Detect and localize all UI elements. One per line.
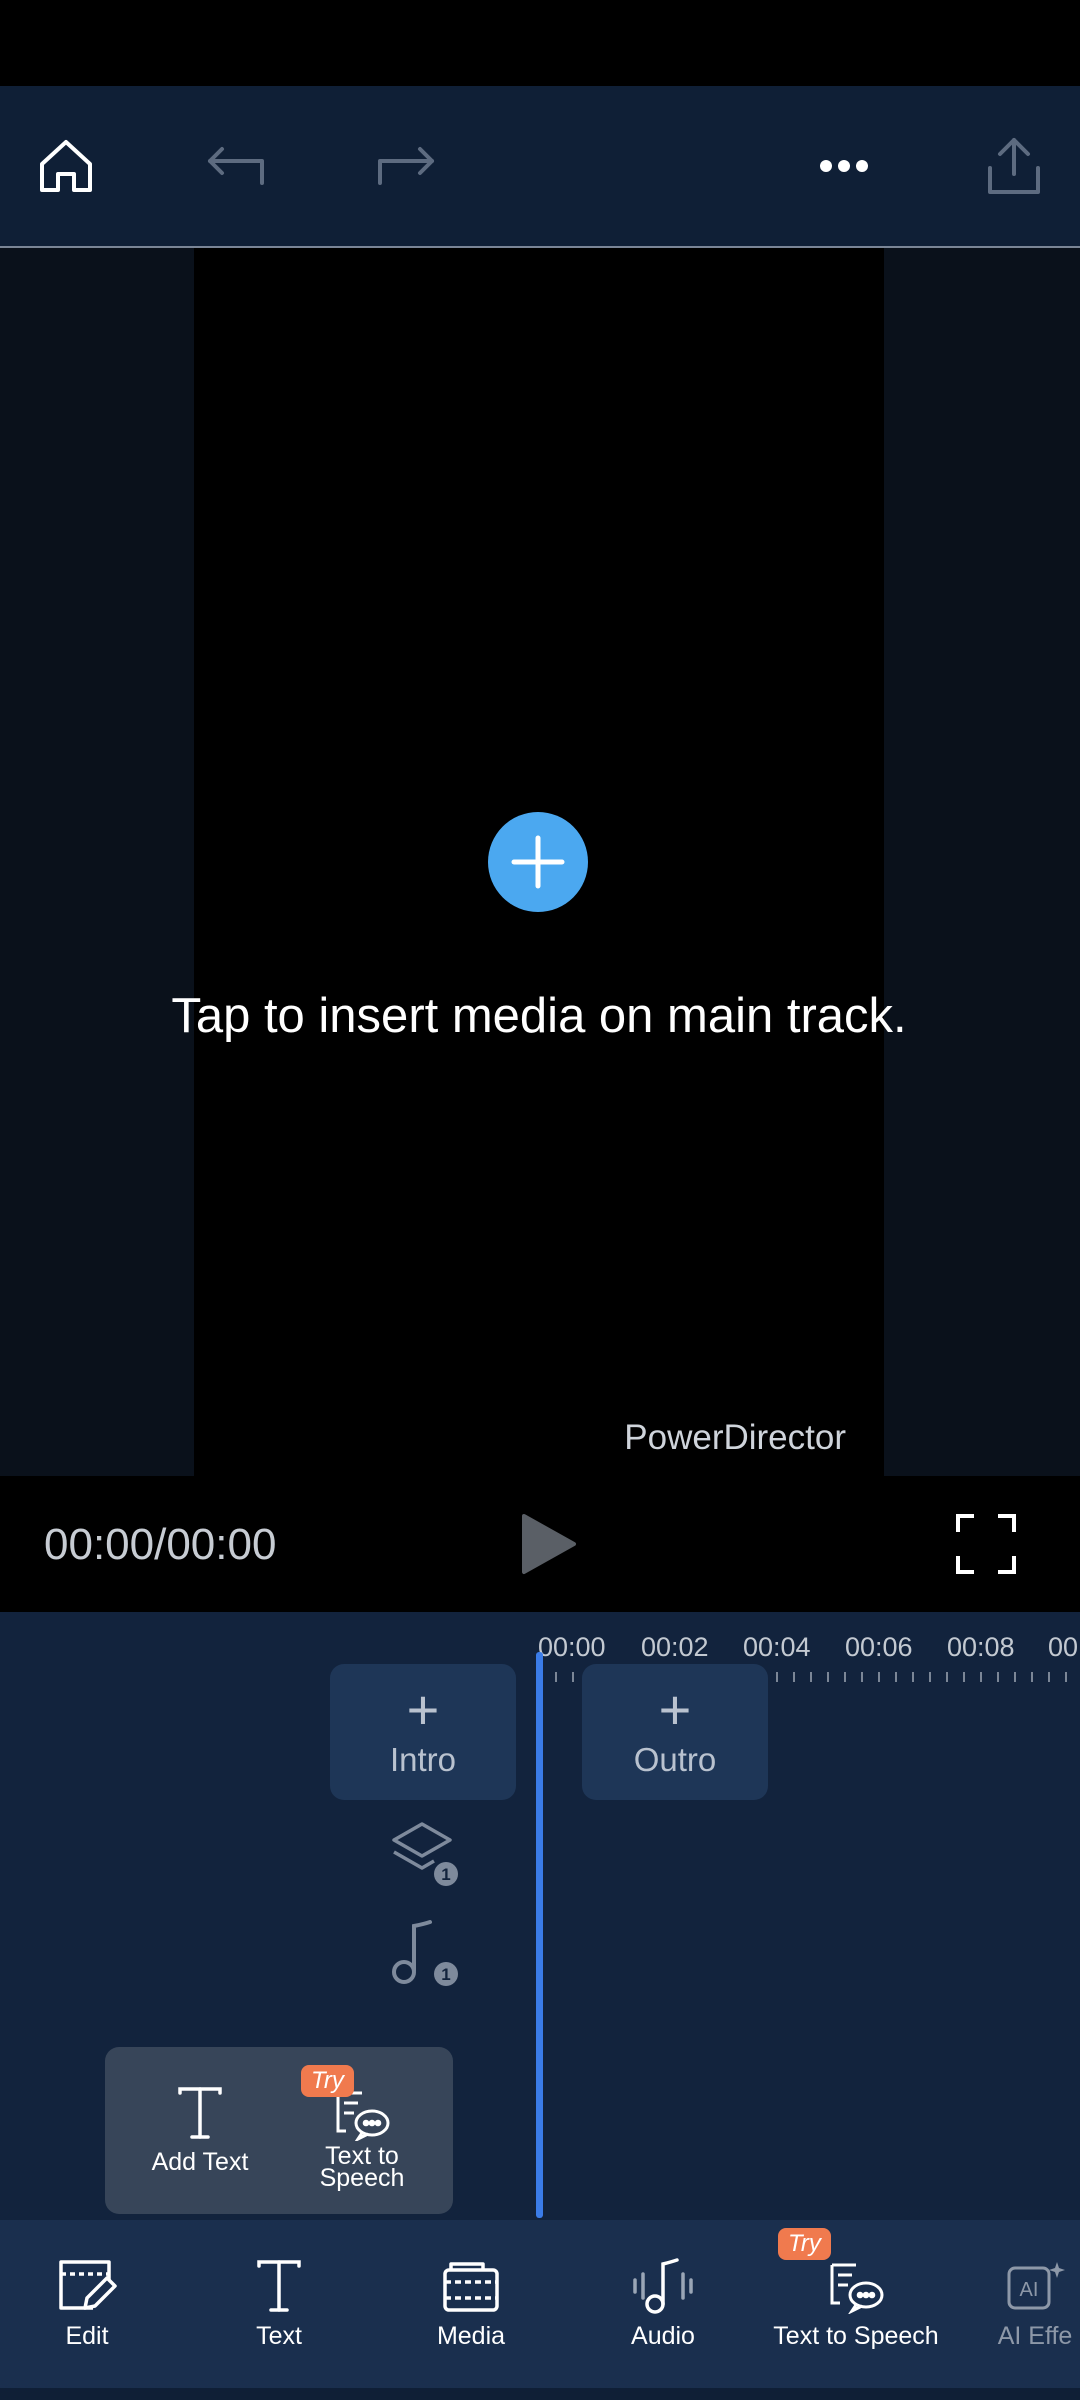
audio-track-count: 1 (441, 1965, 450, 1984)
audio-icon (633, 2258, 693, 2314)
home-button[interactable] (26, 126, 106, 206)
nav-audio[interactable]: Audio (608, 2220, 718, 2388)
nav-media[interactable]: Media (416, 2220, 526, 2388)
more-horizontal-icon (820, 160, 868, 172)
svg-text:AI: AI (1020, 2279, 1039, 2301)
bottom-edge (0, 2388, 1080, 2400)
plus-icon (511, 835, 565, 889)
nav-label: Text to Speech (773, 2322, 939, 2350)
music-note-icon[interactable]: 1 (390, 1918, 460, 1988)
layers-icon[interactable]: 1 (390, 1818, 460, 1888)
ruler-label: 00:06 (845, 1632, 913, 1662)
insert-media-hint: Tap to insert media on main track. (171, 989, 907, 1043)
overlay-track-count: 1 (441, 1865, 450, 1884)
nav-label: AI Effe (997, 2322, 1073, 2350)
try-badge: Try (301, 2065, 354, 2097)
nav-ai-effects[interactable]: AI AI Effe (980, 2220, 1080, 2388)
redo-icon (378, 147, 434, 185)
watermark: PowerDirector (624, 1418, 846, 1457)
share-upload-icon (988, 138, 1040, 194)
ruler-label: 00:02 (641, 1632, 709, 1662)
play-icon[interactable] (516, 1512, 580, 1576)
undo-icon (208, 147, 264, 185)
tts-label-line2: Speech (319, 2164, 405, 2192)
ruler-label: 00:04 (743, 1632, 811, 1662)
nav-label: Edit (65, 2322, 109, 2350)
add-text-label: Add Text (151, 2148, 249, 2176)
player-controls: 00:00/00:00 (0, 1476, 1080, 1612)
text-options-popup: Add Text Text to Speech Try (105, 2047, 453, 2214)
nav-label: Audio (631, 2322, 695, 2350)
export-button[interactable] (974, 126, 1054, 206)
nav-label: Text (256, 2322, 302, 2350)
ruler-label: 00:08 (947, 1632, 1015, 1662)
text-icon (178, 2087, 222, 2139)
outro-label: Outro (633, 1741, 717, 1778)
plus-icon: + (406, 1678, 440, 1741)
top-toolbar (0, 86, 1080, 248)
text-icon (257, 2260, 301, 2312)
try-badge: Try (778, 2228, 831, 2260)
playhead[interactable] (536, 1652, 543, 2218)
ai-effects-icon: AI (1007, 2262, 1065, 2310)
media-icon (443, 2262, 499, 2312)
intro-label: Intro (389, 1741, 457, 1778)
timecode: 00:00/00:00 (44, 1520, 277, 1569)
undo-button[interactable] (196, 126, 276, 206)
add-text-option[interactable]: Add Text (125, 2047, 275, 2214)
status-bar (0, 0, 1080, 86)
edit-icon (59, 2260, 117, 2310)
add-intro-button[interactable]: + Intro (330, 1664, 516, 1800)
plus-icon: + (658, 1678, 692, 1741)
add-outro-button[interactable]: + Outro (582, 1664, 768, 1800)
more-options-button[interactable] (804, 126, 884, 206)
nav-label: Media (436, 2322, 506, 2350)
bottom-nav: Edit Text Media Audio Text to Speech Try (0, 2220, 1080, 2388)
preview-area: Tap to insert media on main track. Power… (0, 248, 1080, 1476)
redo-button[interactable] (366, 126, 446, 206)
ruler-label: 00 (1048, 1632, 1079, 1662)
video-preview[interactable]: Tap to insert media on main track. Power… (171, 248, 907, 1476)
home-icon (40, 140, 92, 192)
nav-edit[interactable]: Edit (32, 2220, 142, 2388)
insert-media-button[interactable] (488, 812, 588, 912)
text-to-speech-icon (830, 2263, 884, 2314)
ruler-label: 00:00 (538, 1632, 606, 1662)
nav-text[interactable]: Text (224, 2220, 334, 2388)
fullscreen-icon[interactable] (956, 1514, 1016, 1574)
